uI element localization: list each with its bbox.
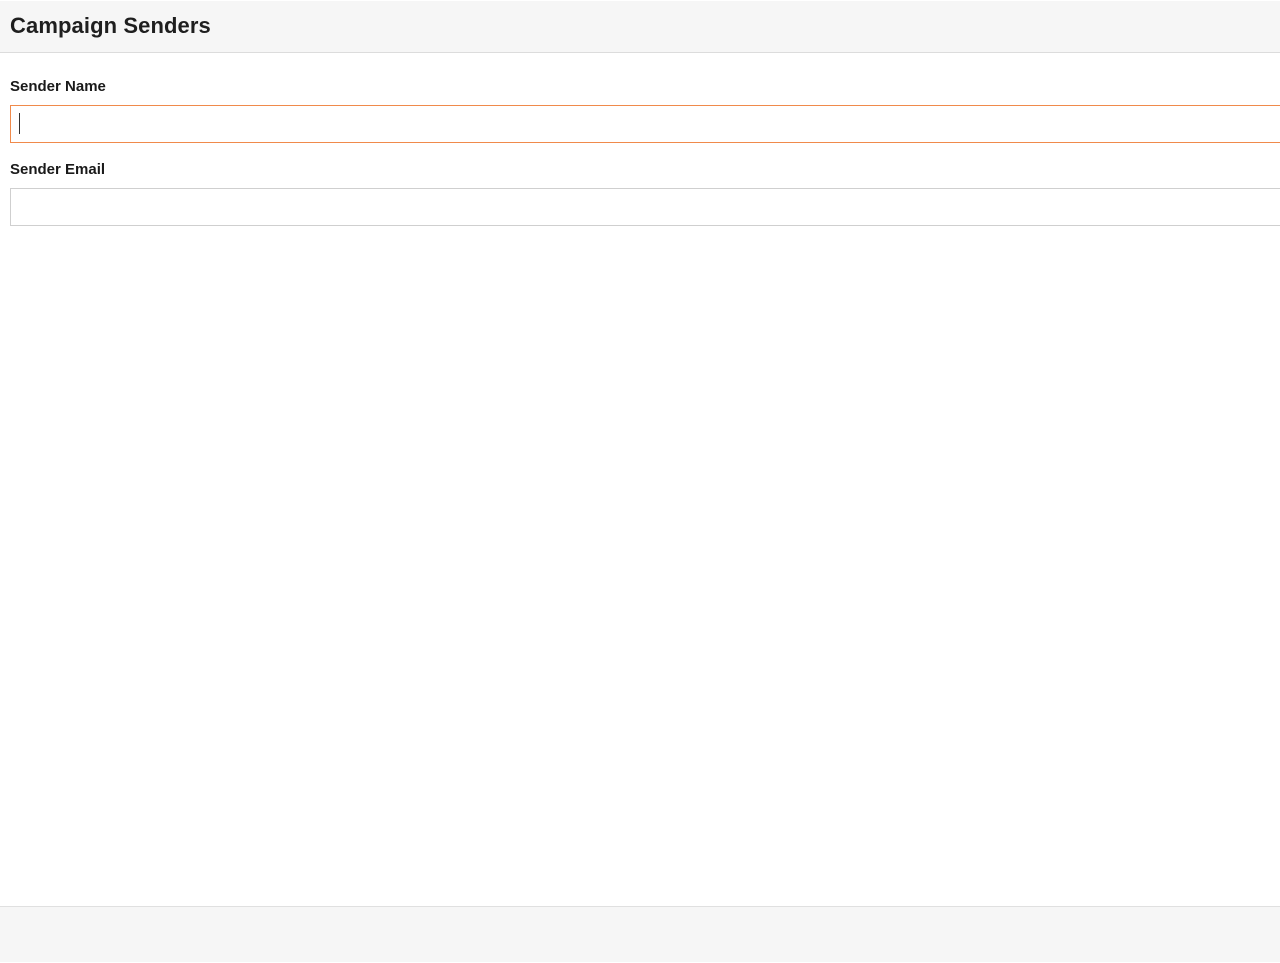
sender-name-input[interactable] xyxy=(10,105,1280,143)
sender-name-label: Sender Name xyxy=(10,78,106,95)
sender-email-label: Sender Email xyxy=(10,161,106,178)
page-title: Campaign Senders xyxy=(10,13,211,38)
text-caret xyxy=(19,113,20,134)
sender-email-input[interactable] xyxy=(10,188,1280,226)
campaign-senders-panel: Campaign Senders Sender Name Sender Emai… xyxy=(0,0,1280,963)
panel-header: Campaign Senders xyxy=(0,1,1280,53)
panel-footer xyxy=(0,906,1280,962)
